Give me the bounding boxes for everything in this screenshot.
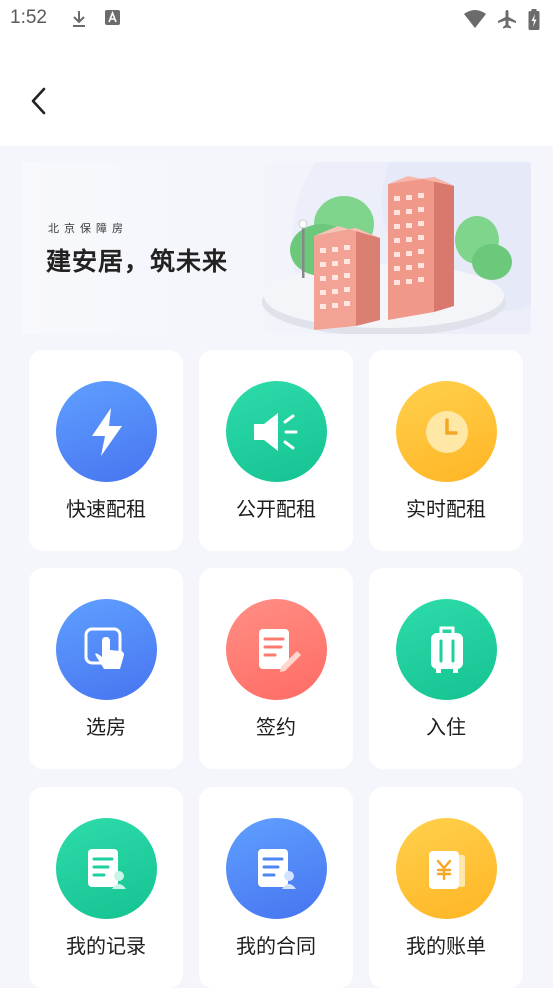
chevron-left-icon — [31, 87, 46, 115]
status-time: 1:52 — [10, 7, 47, 28]
wifi-icon — [464, 10, 486, 28]
contract-document-icon — [226, 818, 327, 919]
menu-label: 实时配租 — [406, 497, 486, 521]
menu-label: 入住 — [426, 715, 466, 739]
font-a-icon — [105, 10, 120, 25]
download-icon — [73, 11, 85, 27]
battery-charging-icon — [528, 9, 540, 30]
menu-label: 我的合同 — [236, 934, 316, 958]
banner[interactable]: 北京保障房 建安居，筑未来 — [22, 162, 531, 334]
menu-card-check-in[interactable]: 入住 — [369, 568, 523, 769]
status-bar: 1:52 — [0, 0, 553, 38]
menu-label: 快速配租 — [66, 497, 146, 521]
menu-label: 我的记录 — [66, 934, 146, 958]
lightning-icon — [56, 381, 157, 482]
record-document-icon — [56, 818, 157, 919]
menu-card-quick-rent[interactable]: 快速配租 — [29, 350, 183, 551]
sign-document-icon — [226, 599, 327, 700]
header-bar — [0, 38, 553, 146]
menu-card-my-records[interactable]: 我的记录 — [29, 787, 183, 988]
banner-title: 建安居，筑未来 — [46, 247, 229, 276]
clock-icon — [396, 381, 497, 482]
menu-label: 选房 — [86, 715, 126, 739]
back-button[interactable] — [22, 82, 56, 120]
bill-yuan-icon — [396, 818, 497, 919]
menu-label: 签约 — [256, 715, 296, 739]
menu-card-my-bills[interactable]: 我的账单 — [369, 787, 523, 988]
menu-label: 公开配租 — [236, 497, 316, 521]
menu-card-realtime-rent[interactable]: 实时配租 — [369, 350, 523, 551]
menu-card-public-rent[interactable]: 公开配租 — [199, 350, 353, 551]
menu-card-select-house[interactable]: 选房 — [29, 568, 183, 769]
menu-label: 我的账单 — [406, 934, 486, 958]
menu-card-my-contracts[interactable]: 我的合同 — [199, 787, 353, 988]
airplane-icon — [498, 10, 516, 29]
luggage-icon — [396, 599, 497, 700]
menu-card-sign[interactable]: 签约 — [199, 568, 353, 769]
speaker-icon — [226, 381, 327, 482]
touch-select-icon — [56, 599, 157, 700]
banner-subtitle: 北京保障房 — [48, 222, 128, 235]
